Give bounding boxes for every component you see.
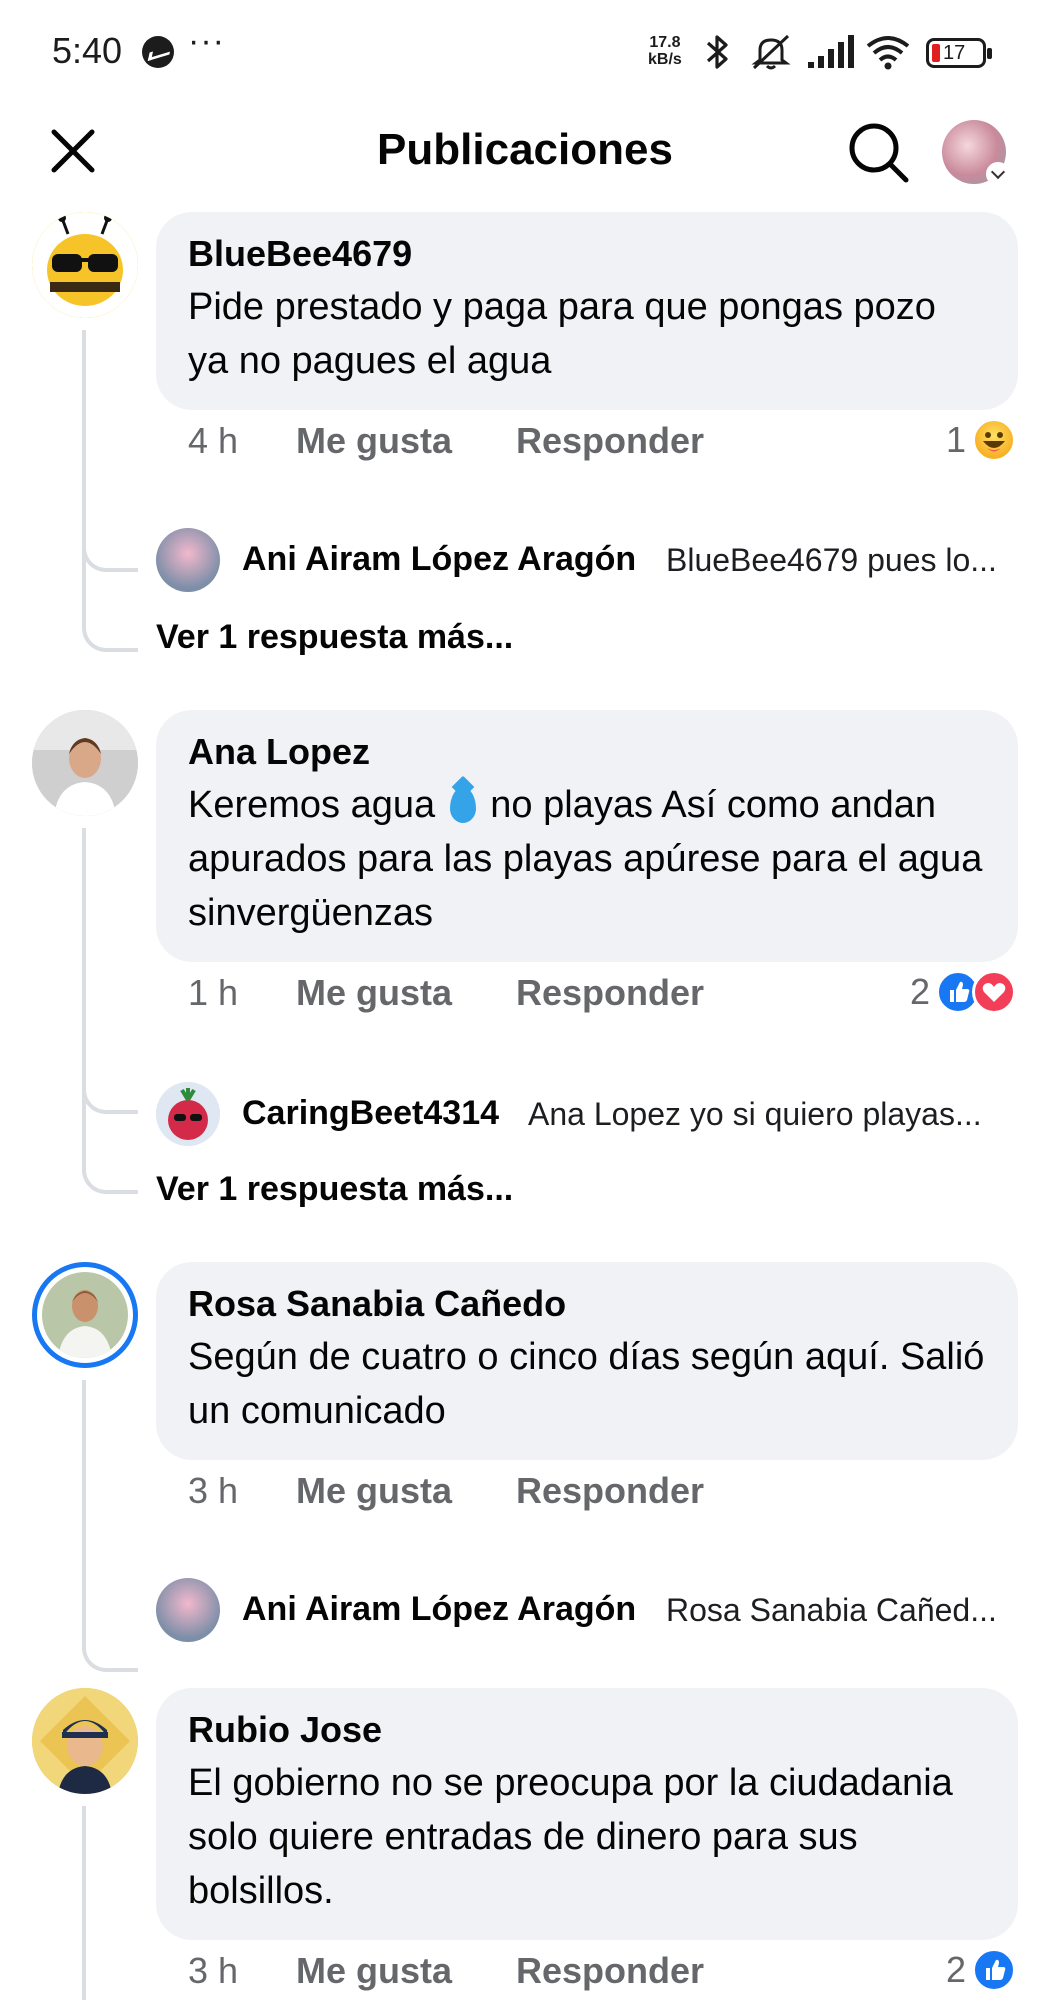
comment-actions: 3 h Me gusta Responder [188, 1950, 1018, 1994]
comment-bubble[interactable]: Rosa Sanabia Cañedo Según de cuatro o ci… [156, 1262, 1018, 1460]
like-button[interactable]: Me gusta [296, 1470, 452, 1512]
view-more-replies-link[interactable]: Ver 1 respuesta más... [156, 1170, 513, 1209]
view-more-replies-link[interactable]: Ver 1 respuesta más... [156, 618, 513, 657]
reply-author[interactable]: CaringBeet4314 [242, 1094, 499, 1133]
reaction-count: 2 [909, 971, 930, 1012]
like-button[interactable]: Me gusta [296, 420, 452, 462]
like-button[interactable]: Me gusta [296, 972, 452, 1014]
comment-author[interactable]: Ana Lopez [188, 730, 986, 774]
battery-icon: 17 [926, 38, 992, 68]
avatar[interactable] [32, 710, 138, 816]
comment-time[interactable]: 1 h [188, 972, 238, 1014]
like-button[interactable]: Me gusta [296, 1950, 452, 1992]
comment-author[interactable]: BlueBee4679 [188, 232, 986, 276]
reply-preview[interactable]: CaringBeet4314 Ana Lopez yo si quiero pl… [156, 1082, 1018, 1148]
reply-text: Ana Lopez yo si quiero playas... [528, 1096, 982, 1132]
comment-author[interactable]: Rubio Jose [188, 1708, 986, 1752]
wifi-icon [866, 36, 910, 70]
comment-time[interactable]: 3 h [188, 1470, 238, 1512]
comment-text: El gobierno no se preocupa por la ciudad… [188, 1762, 953, 1912]
reply-text: BlueBee4679 pues lo... [666, 542, 997, 578]
comment-actions: 4 h Me gusta Responder [188, 420, 1018, 464]
reaction-count: 2 [945, 1949, 966, 1990]
reply-preview[interactable]: Ani Airam López Aragón BlueBee4679 pues … [156, 528, 1018, 594]
avatar[interactable] [156, 528, 220, 592]
comment-actions: 1 h Me gusta Responder [188, 972, 1018, 1016]
comment-bubble[interactable]: Rubio Jose El gobierno no se preocupa po… [156, 1688, 1018, 1940]
comment-bubble[interactable]: Ana Lopez Keremos agua no playas Así com… [156, 710, 1018, 962]
reply-preview[interactable]: Ani Airam López Aragón Rosa Sanabia Cañe… [156, 1578, 1018, 1644]
thread-line [82, 1806, 86, 2000]
top-bar: Publicaciones [0, 100, 1050, 200]
comment-time[interactable]: 4 h [188, 420, 238, 462]
reaction-summary[interactable]: 2 [946, 1948, 1016, 1992]
comment-actions: 3 h Me gusta Responder [188, 1470, 1018, 1514]
reply-button[interactable]: Responder [516, 1470, 704, 1512]
avatar[interactable] [32, 1688, 138, 1794]
reply-button[interactable]: Responder [516, 1950, 704, 1992]
more-notifications-icon: ··· [188, 22, 225, 60]
reply-button[interactable]: Responder [516, 972, 704, 1014]
avatar[interactable] [156, 1082, 220, 1146]
reaction-summary[interactable]: 2 [910, 970, 1016, 1014]
reaction-summary[interactable]: 1 [946, 418, 1016, 462]
chevron-down-icon[interactable] [986, 162, 1010, 186]
haha-reaction-icon [972, 418, 1016, 462]
avatar[interactable] [156, 1578, 220, 1642]
bluetooth-icon [706, 35, 728, 69]
messenger-icon [142, 36, 174, 68]
comment-time[interactable]: 3 h [188, 1950, 238, 1992]
reply-text: Rosa Sanabia Cañed... [666, 1592, 997, 1628]
avatar[interactable] [32, 212, 138, 318]
network-speed-value: 17.8 [649, 34, 681, 51]
reply-button[interactable]: Responder [516, 420, 704, 462]
comment-text: Keremos agua no playas Así como andan ap… [188, 778, 986, 940]
love-reaction-icon [972, 970, 1016, 1014]
network-speed: 17.8 kB/s [648, 34, 682, 68]
reply-author[interactable]: Ani Airam López Aragón [242, 1590, 636, 1629]
comment-text: Según de cuatro o cinco días según aquí.… [188, 1336, 985, 1432]
reply-author[interactable]: Ani Airam López Aragón [242, 540, 636, 579]
network-speed-unit: kB/s [648, 51, 682, 68]
like-reaction-icon [972, 1948, 1016, 1992]
avatar[interactable] [32, 1262, 138, 1368]
comment-text: Pide prestado y paga para que pongas poz… [188, 286, 936, 382]
battery-level: 17 [943, 42, 966, 64]
status-time: 5:40 [52, 30, 123, 71]
comment-text-start: Keremos agua [188, 784, 436, 826]
reaction-count: 1 [945, 419, 966, 460]
signal-icon [808, 35, 854, 68]
muted-bell-icon [751, 34, 791, 70]
comment-author[interactable]: Rosa Sanabia Cañedo [188, 1282, 986, 1326]
comment-bubble[interactable]: BlueBee4679 Pide prestado y paga para qu… [156, 212, 1018, 410]
status-bar: 5:40 ··· 17.8 kB/s 17 [0, 0, 1050, 100]
search-icon[interactable] [846, 120, 910, 184]
water-drop-icon [449, 787, 476, 823]
